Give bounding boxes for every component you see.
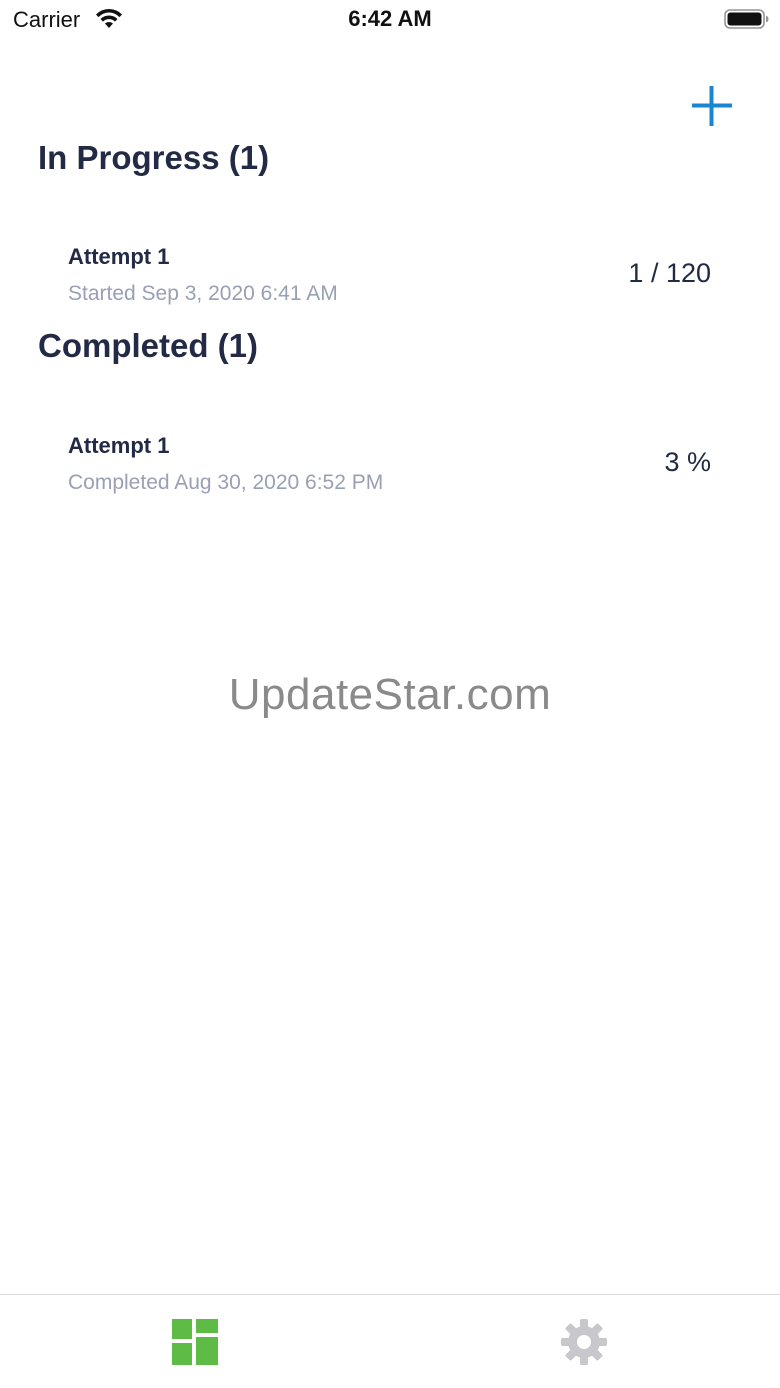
- clock: 6:42 AM: [348, 6, 432, 31]
- list-item-completed-attempt[interactable]: Attempt 1 Completed Aug 30, 2020 6:52 PM…: [0, 433, 780, 533]
- plus-icon: [692, 86, 732, 126]
- add-attempt-button[interactable]: [689, 84, 735, 130]
- watermark: UpdateStar.com: [228, 670, 552, 719]
- attempt-score: 3 %: [664, 447, 711, 477]
- section-title-completed: Completed (1): [38, 327, 259, 364]
- tab-settings[interactable]: [390, 1295, 780, 1388]
- tab-bar: [0, 1294, 780, 1388]
- attempt-title: Attempt 1: [68, 433, 170, 458]
- attempt-progress: 1 / 120: [628, 258, 711, 288]
- battery-icon: [724, 9, 769, 29]
- attempt-date: Completed Aug 30, 2020 6:52 PM: [68, 471, 384, 494]
- attempt-date: Started Sep 3, 2020 6:41 AM: [68, 282, 338, 305]
- section-title-in-progress: In Progress (1): [38, 139, 270, 176]
- status-bar: Carrier 6:42 AM: [0, 0, 780, 40]
- dashboard-icon: [172, 1319, 218, 1365]
- attempt-title: Attempt 1: [68, 244, 170, 269]
- tab-dashboard[interactable]: [0, 1295, 390, 1388]
- gear-icon: [561, 1319, 607, 1365]
